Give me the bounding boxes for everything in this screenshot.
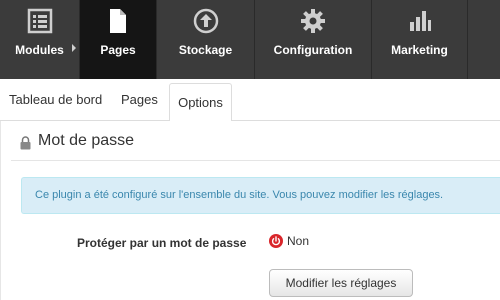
lock-icon xyxy=(20,136,31,150)
nav-item-pages[interactable]: Pages xyxy=(80,0,157,79)
nav-item-more[interactable] xyxy=(468,0,500,79)
nav-item-marketing[interactable]: Marketing xyxy=(372,0,468,79)
password-protect-status: Non xyxy=(269,234,309,248)
gear-icon xyxy=(301,9,325,33)
tab-pages[interactable]: Pages xyxy=(121,79,158,121)
nav-label: Modules xyxy=(15,43,64,57)
nav-item-modules[interactable]: Modules xyxy=(0,0,80,79)
top-navigation: Modules Pages Stockage Configuration Mar… xyxy=(0,0,500,79)
nav-label: Stockage xyxy=(178,43,233,57)
options-panel: Mot de passe Ce plugin a été configuré s… xyxy=(0,121,500,300)
nav-item-stockage[interactable]: Stockage xyxy=(157,0,255,79)
modify-settings-button[interactable]: Modifier les réglages xyxy=(269,269,413,297)
password-protect-label: Protéger par un mot de passe xyxy=(77,236,247,250)
tab-options[interactable]: Options xyxy=(169,83,232,122)
power-icon xyxy=(269,234,283,248)
nav-label: Marketing xyxy=(391,43,448,57)
upload-icon xyxy=(193,8,218,34)
info-alert: Ce plugin a été configuré sur l'ensemble… xyxy=(21,177,500,214)
nav-item-configuration[interactable]: Configuration xyxy=(255,0,372,79)
modules-icon xyxy=(27,8,52,34)
tab-bar: Tableau de bord Pages Options xyxy=(0,79,500,122)
nav-label: Pages xyxy=(100,43,136,57)
bar-chart-icon xyxy=(409,11,431,31)
caret-right-icon xyxy=(72,44,76,52)
status-value: Non xyxy=(287,234,310,248)
nav-label: Configuration xyxy=(273,43,353,57)
pages-icon xyxy=(110,9,126,33)
tab-tableau-de-bord[interactable]: Tableau de bord xyxy=(9,79,102,121)
panel-header: Mot de passe xyxy=(11,131,500,161)
panel-title: Mot de passe xyxy=(38,132,135,149)
